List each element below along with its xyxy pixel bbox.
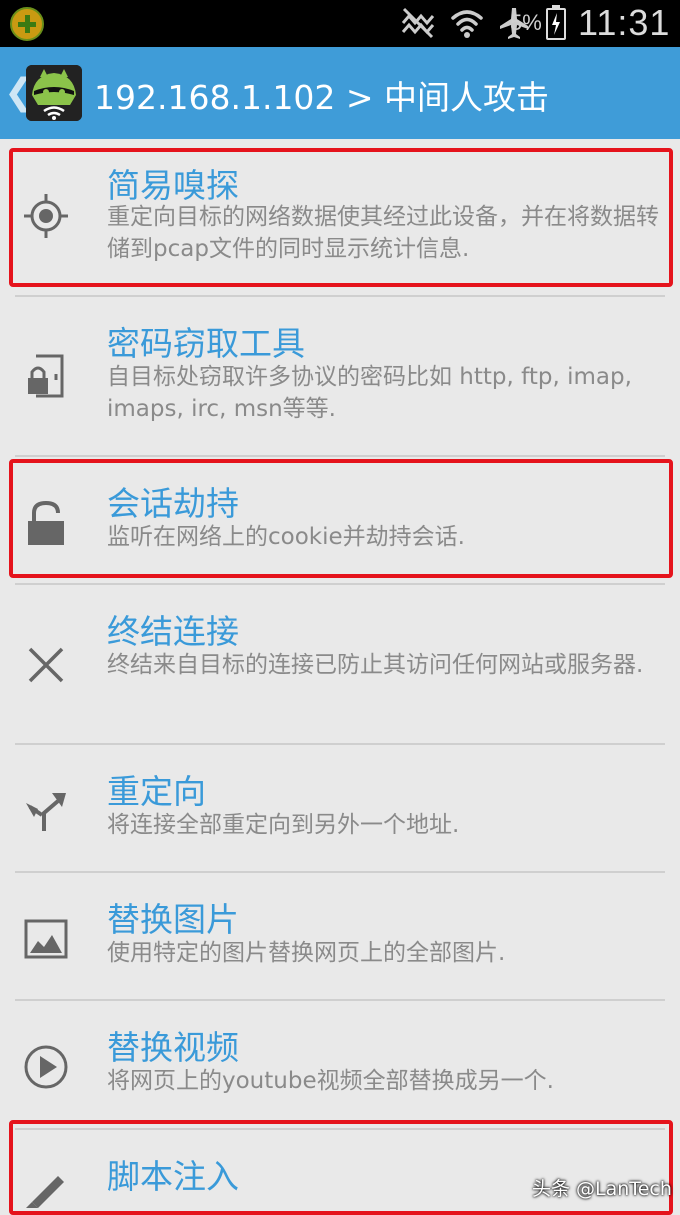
item-description: 将连接全部重定向到另外一个地址.: [107, 812, 460, 838]
battery-charging-icon: [546, 5, 566, 40]
door-lock-icon: [28, 354, 64, 398]
page-title: 192.168.1.102 > 中间人攻击: [94, 78, 550, 117]
item-description: 将网页上的youtube视频全部替换成另一个.: [107, 1068, 554, 1094]
item-description: 使用特定的图片替换网页上的全部图片.: [107, 940, 506, 966]
status-bar: 5% 11:31: [0, 0, 680, 47]
back-icon[interactable]: ❮: [4, 69, 34, 117]
list-item-replace-images[interactable]: 替换图片 使用特定的图片替换网页上的全部图片.: [0, 873, 680, 999]
list-item-kill-connections[interactable]: 终结连接 终结来自目标的连接已防止其访问任何网站或服务器.: [0, 585, 680, 743]
wifi-icon: [451, 10, 483, 38]
clock: 11:31: [578, 2, 671, 43]
image-icon: [24, 919, 68, 959]
watermark: 头条 @LanTech: [532, 1178, 672, 1200]
list-item-password-sniffer[interactable]: 密码窃取工具 自目标处窃取许多协议的密码比如 http, ftp, imap, …: [0, 297, 680, 455]
item-title: 终结连接: [107, 612, 239, 651]
list-item-redirect[interactable]: 重定向 将连接全部重定向到另外一个地址.: [0, 745, 680, 871]
play-icon: [24, 1045, 68, 1089]
item-title: 替换图片: [107, 900, 239, 939]
item-title: 密码窃取工具: [107, 324, 305, 363]
item-description: 终结来自目标的连接已防止其访问任何网站或服务器.: [107, 652, 644, 678]
redirect-arrows-icon: [26, 793, 66, 831]
app-logo-icon[interactable]: [26, 65, 82, 121]
highlight-box: [9, 459, 673, 578]
battery-percent: 5%: [510, 10, 542, 35]
mute-icon: [401, 7, 435, 39]
item-title: 替换视频: [107, 1028, 239, 1067]
list-item-replace-videos[interactable]: 替换视频 将网页上的youtube视频全部替换成另一个.: [0, 1001, 680, 1127]
item-description: 自目标处窃取许多协议的密码比如 http, ftp, imap, imaps, …: [107, 364, 632, 422]
action-bar: ❮ 192.168.1.102 > 中间人攻击: [0, 47, 680, 139]
item-title: 重定向: [107, 772, 206, 811]
highlight-box: [9, 148, 673, 287]
app-notification-icon: [10, 7, 44, 41]
close-x-icon: [28, 647, 64, 683]
